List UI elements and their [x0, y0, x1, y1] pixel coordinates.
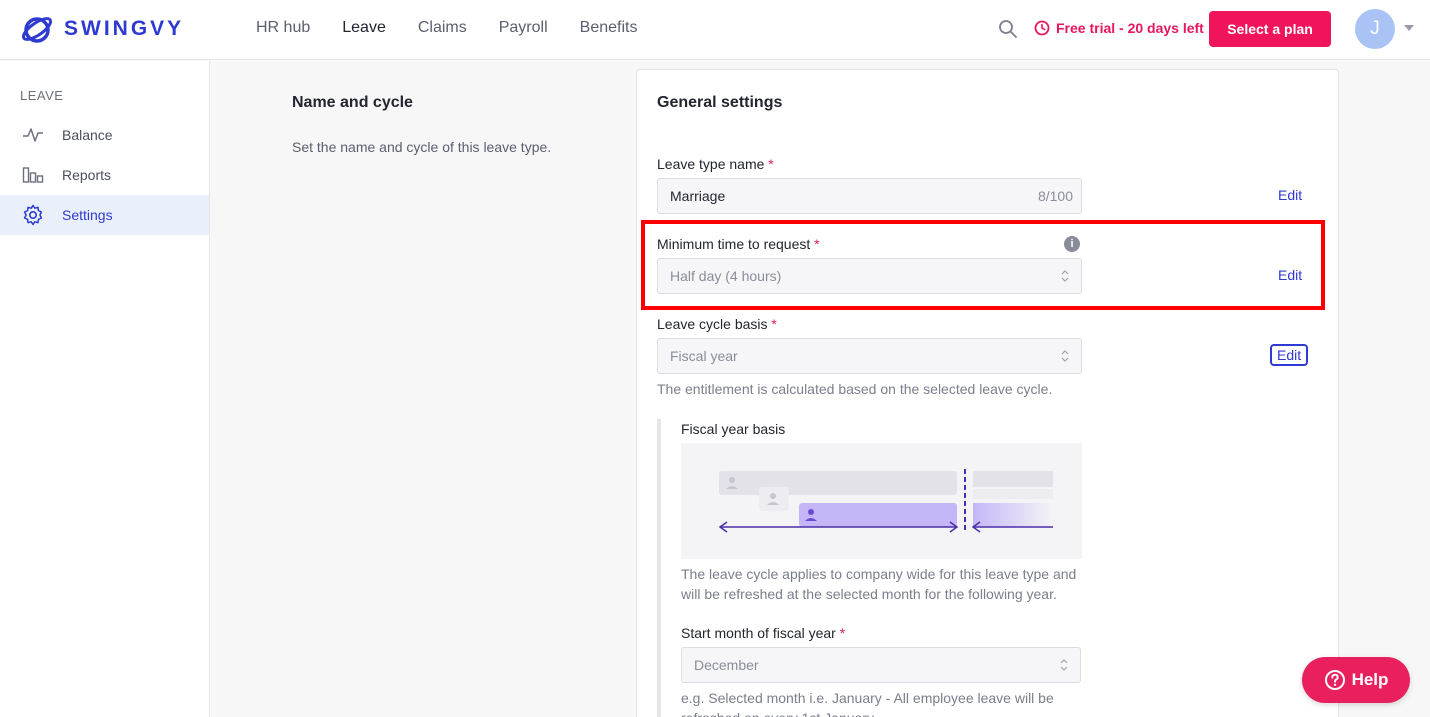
- help-button[interactable]: Help: [1302, 657, 1410, 703]
- label-text: Leave type name: [657, 156, 765, 172]
- clock-icon: [1034, 20, 1050, 36]
- nav-hr-hub[interactable]: HR hub: [256, 19, 310, 37]
- fiscal-year-basis-title: Fiscal year basis: [681, 421, 786, 437]
- fiscal-help: The leave cycle applies to company wide …: [681, 564, 1076, 604]
- fiscal-year-illustration: [681, 443, 1082, 559]
- label-text: Leave cycle basis: [657, 316, 768, 332]
- nav-payroll[interactable]: Payroll: [499, 19, 548, 37]
- cycle-basis-help: The entitlement is calculated based on t…: [657, 381, 1053, 397]
- section-title: Name and cycle: [292, 94, 413, 111]
- sidebar-section-title: LEAVE: [20, 88, 64, 103]
- leave-type-name-field[interactable]: Marriage 8/100: [657, 178, 1082, 214]
- select-plan-button[interactable]: Select a plan: [1209, 11, 1331, 47]
- highlight-box: [641, 220, 1325, 310]
- sidebar-item-label: Reports: [62, 167, 112, 183]
- sidebar-item-reports[interactable]: Reports: [0, 155, 209, 195]
- section-description: Set the name and cycle of this leave typ…: [292, 139, 552, 155]
- timeline-illustration-icon: [718, 469, 1053, 533]
- main-nav: HR hub Leave Claims Payroll Benefits: [256, 19, 669, 37]
- avatar[interactable]: J: [1355, 9, 1395, 49]
- start-month-help-line: e.g. Selected month i.e. January - All e…: [681, 690, 1054, 706]
- activity-icon: [23, 128, 43, 142]
- field-value: Marriage: [670, 188, 726, 204]
- required-marker: *: [771, 316, 777, 332]
- swingvy-logo-icon: [21, 17, 53, 43]
- nav-benefits[interactable]: Benefits: [580, 19, 638, 37]
- sidebar-item-label: Balance: [62, 127, 113, 143]
- logo[interactable]: SWINGVY: [20, 12, 184, 46]
- sub-section-border: [657, 419, 661, 717]
- gear-icon: [23, 204, 43, 226]
- required-marker: *: [768, 156, 774, 172]
- bar-chart-icon: [22, 167, 44, 183]
- field-value: December: [694, 657, 759, 673]
- cycle-basis-select[interactable]: Fiscal year: [657, 338, 1082, 374]
- edit-cycle-basis-button[interactable]: Edit: [1270, 344, 1309, 366]
- start-month-select[interactable]: December: [681, 647, 1081, 683]
- sidebar: LEAVE Balance Reports Settings: [0, 61, 210, 717]
- top-navbar: SWINGVY HR hub Leave Claims Payroll Bene…: [0, 0, 1430, 60]
- fiscal-help-line: will be refreshed at the selected month …: [681, 586, 1057, 602]
- nav-leave[interactable]: Leave: [342, 19, 386, 37]
- cycle-basis-label: Leave cycle basis *: [657, 316, 777, 332]
- required-marker: *: [839, 625, 846, 641]
- logo-text: SWINGVY: [64, 17, 185, 40]
- leave-type-name-label: Leave type name *: [657, 156, 774, 172]
- chevron-down-icon[interactable]: [1404, 25, 1414, 31]
- start-month-help-line: refreshed on every 1st January: [681, 708, 1054, 717]
- sidebar-item-label: Settings: [62, 207, 113, 223]
- select-arrows-icon: [1060, 659, 1068, 671]
- label-text: Start month of fiscal year: [681, 625, 836, 641]
- trial-status[interactable]: Free trial - 20 days left: [1034, 20, 1204, 36]
- select-arrows-icon: [1061, 350, 1069, 362]
- help-label: Help: [1351, 670, 1389, 689]
- sidebar-item-balance[interactable]: Balance: [0, 115, 209, 155]
- card-title: General settings: [657, 94, 783, 111]
- search-icon[interactable]: [998, 19, 1018, 39]
- start-month-help: e.g. Selected month i.e. January - All e…: [681, 688, 1054, 717]
- field-value: Fiscal year: [670, 348, 738, 364]
- sidebar-item-settings[interactable]: Settings: [0, 195, 209, 235]
- edit-leave-type-name-button[interactable]: Edit: [1278, 187, 1302, 203]
- question-icon: [1324, 670, 1345, 690]
- fiscal-help-line: The leave cycle applies to company wide …: [681, 566, 1077, 582]
- trial-text: Free trial - 20 days left: [1056, 20, 1204, 36]
- nav-claims[interactable]: Claims: [418, 19, 467, 37]
- char-counter: 8/100: [1037, 188, 1073, 204]
- start-month-label: Start month of fiscal year *: [681, 625, 845, 641]
